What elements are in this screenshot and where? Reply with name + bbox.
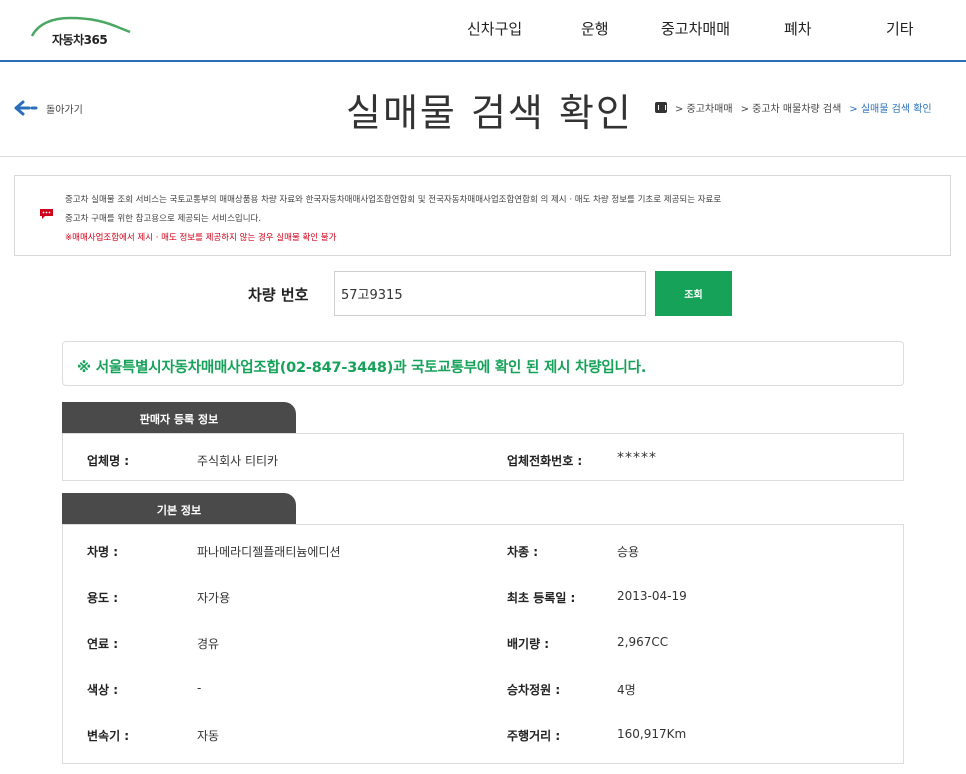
car-name-label: 차명 : [87,545,119,559]
home-icon[interactable] [655,102,667,113]
first-registration-label: 최초 등록일 : [507,591,576,605]
section-tab-basic: 기본 정보 [62,493,296,526]
arrow-left-icon [14,100,38,116]
color-label: 색상 : [87,683,119,697]
breadcrumb-item-search[interactable]: > 중고차 매물차량 검색 [741,100,842,115]
mileage-value: 160,917Km [617,727,687,741]
back-label: 돌아가기 [46,104,83,116]
company-phone-label: 업체전화번호 : [507,454,583,468]
car-type-value: 승용 [617,545,640,559]
company-name-value: 주식회사 티티카 [197,454,279,468]
vehicle-number-label: 차량 번호 [248,286,309,304]
breadcrumb: > 중고차매매 > 중고차 매물차량 검색 > 실매물 검색 확인 [655,100,932,115]
basic-info-panel: 차명 : 파나메라디젤플래티늄에디션 차종 : 승용 용도 : 자가용 최초 등… [62,524,904,764]
main-nav: 신차구입 운행 중고차매매 폐차 기타 [0,18,966,40]
seller-info-panel: 업체명 : 주식회사 티티카 업체전화번호 : ***** [62,433,904,481]
section-tab-seller: 판매자 등록 정보 [62,402,296,435]
displacement-value: 2,967CC [617,635,669,649]
usage-value: 자가용 [197,591,231,605]
nav-item-etc[interactable]: 기타 [886,18,914,39]
result-message: ※ 서울특별시자동차매매사업조합(02-847-3448)과 국토교통부에 확인… [77,360,647,376]
company-name-label: 업체명 : [87,454,130,468]
page-title: 실매물 검색 확인 [346,91,633,135]
top-navigation-bar: 자동차365 신차구입 운행 중고차매매 폐차 기타 [0,0,966,62]
vehicle-number-input[interactable] [334,271,646,316]
first-registration-value: 2013-04-19 [617,589,687,603]
notice-box: 중고차 실매물 조회 서비스는 국토교통부의 매매상품용 차량 자료와 한국자동… [14,175,951,256]
result-message-box: ※ 서울특별시자동차매매사업조합(02-847-3448)과 국토교통부에 확인… [62,341,904,386]
color-value: - [197,681,202,695]
fuel-label: 연료 : [87,637,119,651]
breadcrumb-item-current: > 실매물 검색 확인 [849,104,932,115]
search-button[interactable]: 조회 [655,271,732,316]
transmission-value: 자동 [197,729,220,743]
transmission-label: 변속기 : [87,729,130,743]
fuel-value: 경유 [197,637,220,651]
breadcrumb-item-used-car[interactable]: > 중고차매매 [675,100,733,115]
usage-label: 용도 : [87,591,119,605]
company-phone-value: ***** [617,450,657,466]
displacement-label: 배기량 : [507,637,550,651]
notice-line-1: 중고차 실매물 조회 서비스는 국토교통부의 매매상품용 차량 자료와 한국자동… [65,195,722,205]
car-name-value: 파나메라디젤플래티늄에디션 [197,545,341,559]
back-link[interactable]: 돌아가기 [14,98,83,118]
seating-capacity-label: 승차정원 : [507,683,561,697]
nav-item-used-car[interactable]: 중고차매매 [661,18,730,39]
nav-item-new-car[interactable]: 신차구입 [467,18,522,39]
nav-item-scrap[interactable]: 폐차 [784,18,812,39]
notice-warning: ※매매사업조합에서 제시 · 매도 정보를 제공하지 않는 경우 실매물 확인 … [65,233,337,243]
seating-capacity-value: 4명 [617,683,636,697]
speech-bubble-icon [40,209,53,219]
mileage-label: 주행거리 : [507,729,561,743]
title-divider [0,156,966,157]
notice-line-2: 중고차 구매를 위한 참고용으로 제공되는 서비스입니다. [65,214,262,224]
nav-item-driving[interactable]: 운행 [581,18,609,39]
car-type-label: 차종 : [507,545,539,559]
